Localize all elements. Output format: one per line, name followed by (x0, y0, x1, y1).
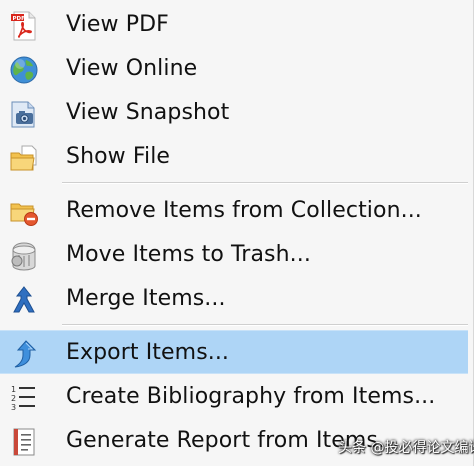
merge-icon (8, 285, 40, 315)
menu-item-label: Move Items to Trash... (66, 242, 311, 267)
menu-item-view-pdf[interactable]: PDF View PDF (0, 3, 468, 47)
menu-item-create-bibliography[interactable]: 1 2 3 Create Bibliography from Items... (0, 375, 468, 419)
menu-item-export-items[interactable]: Export Items... (0, 330, 468, 374)
menu-item-show-file[interactable]: Show File (0, 135, 468, 179)
menu-item-view-online[interactable]: View Online (0, 47, 468, 91)
context-menu: PDF View PDF View Online View Snapshot S… (0, 0, 474, 466)
svg-text:3: 3 (11, 403, 16, 412)
folder-icon (8, 143, 40, 173)
menu-item-merge-items[interactable]: Merge Items... (0, 277, 468, 321)
snapshot-icon (8, 99, 40, 129)
menu-item-move-to-trash[interactable]: Move Items to Trash... (0, 233, 468, 277)
menu-separator (62, 324, 468, 326)
svg-text:PDF: PDF (13, 16, 26, 22)
report-icon (8, 427, 40, 457)
menu-item-label: View PDF (66, 12, 169, 37)
menu-item-label: View Online (66, 56, 198, 81)
trash-icon (8, 241, 40, 271)
remove-from-collection-icon (8, 197, 40, 227)
svg-text:2: 2 (11, 394, 16, 403)
pdf-icon: PDF (8, 11, 40, 41)
menu-item-remove-from-collection[interactable]: Remove Items from Collection... (0, 189, 468, 233)
svg-text:1: 1 (11, 385, 16, 394)
menu-item-label: Show File (66, 144, 171, 169)
menu-item-label: Remove Items from Collection... (66, 198, 422, 223)
menu-item-label: Export Items... (66, 340, 230, 365)
menu-item-label: Create Bibliography from Items... (66, 384, 436, 409)
menu-item-label: View Snapshot (66, 100, 230, 125)
watermark-text: 头条 @投必得论文编译 (338, 440, 474, 456)
globe-icon (8, 55, 40, 85)
menu-item-view-snapshot[interactable]: View Snapshot (0, 91, 468, 135)
bibliography-icon: 1 2 3 (8, 383, 40, 413)
menu-separator (62, 182, 468, 184)
menu-item-label: Merge Items... (66, 286, 226, 311)
export-icon (8, 339, 40, 369)
